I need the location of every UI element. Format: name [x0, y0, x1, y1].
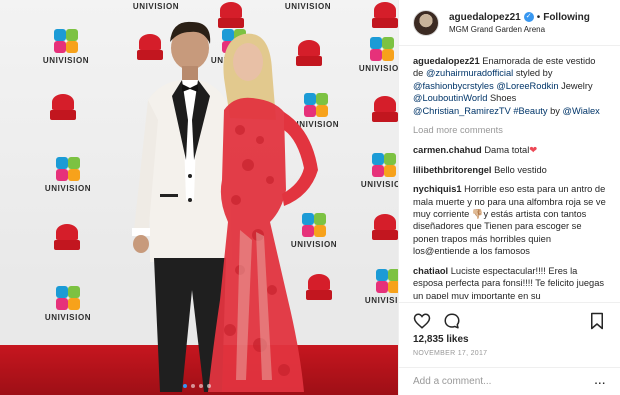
comment-text: Bello vestido	[494, 164, 547, 175]
heart-outline-icon[interactable]	[413, 312, 431, 330]
carousel-dot[interactable]	[199, 384, 203, 388]
bookmark-icon[interactable]	[588, 312, 606, 330]
univision-logo: UNIVISION	[38, 156, 98, 193]
caption-text: Jewelry	[558, 80, 593, 91]
hashtag-link[interactable]: #Beauty	[513, 106, 547, 116]
carousel-dot[interactable]	[191, 384, 195, 388]
caption-username[interactable]: aguedalopez21	[413, 56, 480, 66]
carousel-dots[interactable]	[183, 384, 211, 388]
carousel-dot[interactable]	[207, 384, 211, 388]
caption-text: styled by	[513, 68, 553, 79]
post-side-panel: aguedalopez21 ✓ • Following MGM Grand Ga…	[398, 0, 620, 395]
comment-text: Dama total	[484, 145, 530, 156]
gramophone-logo	[48, 92, 78, 122]
univision-logo: UNIVISION	[354, 152, 398, 189]
more-options-button[interactable]: ...	[595, 376, 606, 387]
likes-count[interactable]: 12,835 likes	[413, 334, 469, 345]
load-more-comments-button[interactable]: Load more comments	[413, 124, 606, 136]
add-comment-bar: Add a comment... ...	[399, 367, 620, 395]
post-photo[interactable]: UNIVISION UNIVISION UNIVISION UNIVISION …	[0, 0, 398, 395]
comment-username[interactable]: carmen.chahud	[413, 145, 482, 155]
univision-logo: UNIVISION	[38, 285, 98, 322]
location-link[interactable]: MGM Grand Garden Arena	[449, 25, 590, 34]
carousel-dot[interactable]	[183, 384, 187, 388]
woman-red-lace-dress	[208, 33, 318, 392]
header-text: aguedalopez21 ✓ • Following MGM Grand Ga…	[449, 12, 590, 34]
comment-bubble-icon[interactable]	[443, 312, 461, 330]
comment-item: lilibethbritorengel Bello vestido	[413, 164, 606, 176]
comment-item: carmen.chahud Dama total❤	[413, 144, 606, 156]
verified-badge-icon: ✓	[523, 12, 534, 22]
mention-link[interactable]: @Wialex	[563, 106, 600, 116]
following-button[interactable]: Following	[543, 12, 590, 23]
red-heart-emoji-icon: ❤	[529, 145, 538, 156]
univision-logo: UNIVISION	[36, 28, 96, 65]
gramophone-logo	[370, 212, 398, 242]
header-username[interactable]: aguedalopez21	[449, 12, 521, 23]
mention-link[interactable]: @LoreeRodkin	[496, 81, 558, 91]
comment-item: chatiaol Luciste espectacular!!!! Eres l…	[413, 265, 606, 299]
caption-text: Shoes	[487, 93, 517, 104]
post-actions	[399, 302, 620, 332]
caption-text: by	[547, 105, 563, 116]
gramophone-logo	[52, 222, 82, 252]
univision-logo: UNIVISION	[358, 268, 398, 305]
gramophone-logo	[370, 94, 398, 124]
post-header: aguedalopez21 ✓ • Following MGM Grand Ga…	[399, 0, 620, 46]
mention-link[interactable]: @LouboutinWorld	[413, 93, 487, 103]
gramophone-logo	[370, 0, 398, 30]
comment-username[interactable]: lilibethbritorengel	[413, 165, 492, 175]
comment-username[interactable]: chatiaol	[413, 266, 448, 276]
header-separator: •	[536, 11, 541, 23]
header-line: aguedalopez21 ✓ • Following	[449, 12, 590, 23]
caption: aguedalopez21 Enamorada de este vestido …	[413, 55, 606, 117]
comment-item: nychiquis1 Horrible eso esta para un ant…	[413, 183, 606, 257]
comments-list[interactable]: aguedalopez21 Enamorada de este vestido …	[399, 47, 620, 299]
thumbs-down-emoji-icon: 👎🏼	[471, 209, 484, 220]
comment-username[interactable]: nychiquis1	[413, 184, 462, 194]
mention-link[interactable]: @zuhairmuradofficial	[426, 68, 513, 78]
post-date: NOVEMBER 17, 2017	[413, 350, 488, 357]
univision-logo: UNIVISION	[352, 36, 398, 73]
avatar[interactable]	[413, 9, 439, 36]
add-comment-input[interactable]: Add a comment...	[413, 376, 491, 387]
mention-link[interactable]: @Christian_RamirezTV	[413, 106, 511, 116]
mention-link[interactable]: @fashionbycrstyles	[413, 81, 494, 91]
